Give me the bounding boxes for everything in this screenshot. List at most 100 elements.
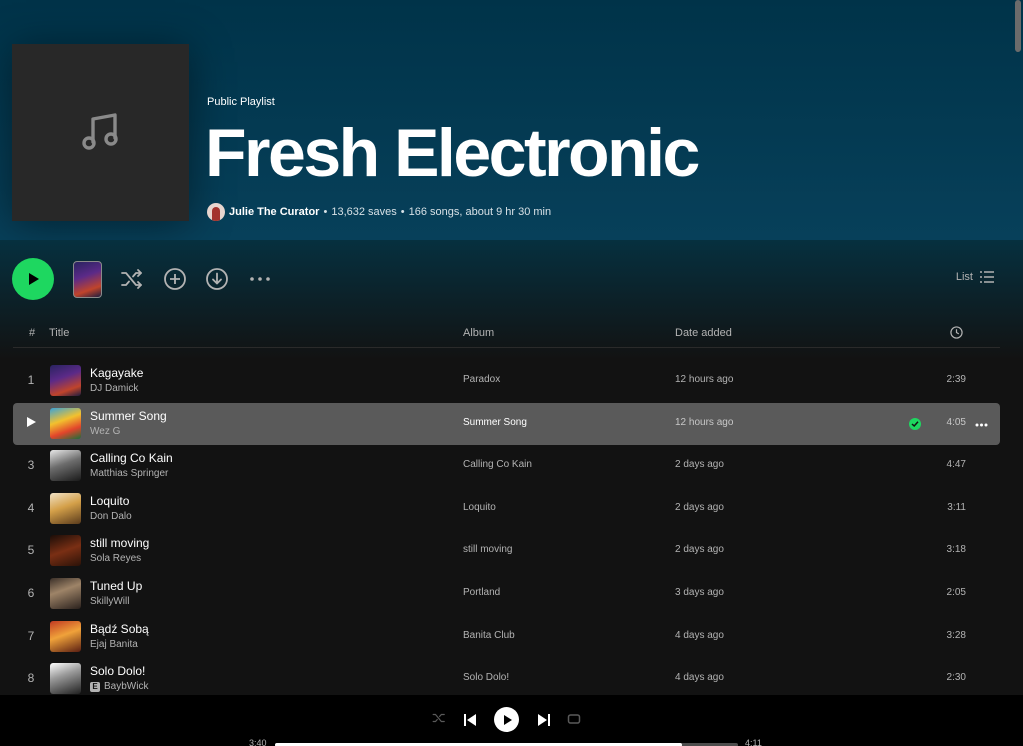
list-icon <box>980 271 994 283</box>
track-row[interactable]: 1 Kagayake DJ Damick Paradox 12 hours ag… <box>13 360 1000 402</box>
add-icon <box>164 268 186 290</box>
meta-separator: • <box>323 206 328 218</box>
header-title[interactable]: Title <box>49 327 69 339</box>
play-icon <box>503 714 512 725</box>
playlist-cover[interactable] <box>12 44 189 221</box>
play-icon <box>26 416 36 427</box>
elapsed-time: 3:40 <box>249 738 267 746</box>
track-artist[interactable]: Ejaj Banita <box>90 639 138 650</box>
track-artist-wrap: E BaybWick <box>90 681 148 692</box>
track-row[interactable]: 7 Bądź Sobą Ejaj Banita Banita Club 4 da… <box>13 616 1000 658</box>
meta-separator: • <box>400 206 405 218</box>
track-album[interactable]: still moving <box>463 544 512 555</box>
track-date-added: 12 hours ago <box>675 416 734 428</box>
track-row[interactable]: 8 Solo Dolo! E BaybWick Solo Dolo! 4 days… <box>13 658 1000 700</box>
preview-thumbnail[interactable] <box>73 261 102 298</box>
track-artwork <box>50 578 81 609</box>
header-album[interactable]: Album <box>463 327 494 339</box>
previous-button[interactable] <box>463 713 476 726</box>
track-album[interactable]: Solo Dolo! <box>463 672 509 683</box>
track-album[interactable]: Banita Club <box>463 630 515 641</box>
track-album[interactable]: Summer Song <box>463 417 527 428</box>
track-duration: 4:05 <box>946 416 966 428</box>
track-artist-wrap: Matthias Springer <box>90 468 168 479</box>
track-title[interactable]: Tuned Up <box>90 579 142 593</box>
more-icon <box>250 277 270 281</box>
skip-forward-icon <box>537 713 550 726</box>
play-pause-button[interactable] <box>494 707 519 732</box>
playlist-header: Public Playlist Fresh Electronic Julie T… <box>0 0 1023 240</box>
repeat-icon <box>567 714 581 724</box>
track-artist[interactable]: Matthias Springer <box>90 468 168 479</box>
track-artist[interactable]: BaybWick <box>104 681 148 692</box>
track-number: 5 <box>27 543 35 558</box>
total-time: 4:11 <box>745 738 762 746</box>
track-row[interactable]: 5 still moving Sola Reyes still moving 2… <box>13 530 1000 572</box>
track-number: 3 <box>27 458 35 473</box>
header-number: # <box>29 327 36 339</box>
track-more-button[interactable] <box>975 416 988 430</box>
shuffle-icon <box>121 269 142 289</box>
saved-check-icon[interactable] <box>909 417 921 430</box>
playlist-kind: Public Playlist <box>207 96 275 108</box>
scrollbar[interactable] <box>1015 0 1021 52</box>
track-duration: 3:28 <box>946 629 966 641</box>
track-date-added: 4 days ago <box>675 629 724 641</box>
track-album[interactable]: Calling Co Kain <box>463 459 532 470</box>
action-bar: List <box>12 258 1002 300</box>
clock-icon <box>950 326 963 342</box>
playback-bar: 3:40 4:11 <box>0 695 1023 746</box>
play-button[interactable] <box>12 258 54 300</box>
header-date-added[interactable]: Date added <box>675 327 732 339</box>
playlist-meta: Julie The Curator • 13,632 saves • 166 s… <box>207 203 551 221</box>
more-icon <box>975 423 988 427</box>
track-title[interactable]: Loquito <box>90 494 129 508</box>
track-number: 7 <box>27 628 35 643</box>
track-title[interactable]: Bądź Sobą <box>90 622 149 636</box>
shuffle-icon <box>432 713 445 723</box>
track-artist-wrap: SkillyWill <box>90 596 129 607</box>
track-number: 1 <box>27 373 35 387</box>
track-row[interactable]: 3 Calling Co Kain Matthias Springer Call… <box>13 445 1000 487</box>
track-title[interactable]: Summer Song <box>90 409 167 423</box>
track-table-header: # Title Album Date added <box>13 323 1000 348</box>
track-number: 8 <box>27 671 35 686</box>
track-duration: 2:39 <box>946 374 966 385</box>
track-artist[interactable]: Sola Reyes <box>90 553 141 564</box>
add-to-library-button[interactable] <box>163 267 187 291</box>
track-title[interactable]: Calling Co Kain <box>90 451 173 465</box>
download-button[interactable] <box>205 267 229 291</box>
track-album[interactable]: Loquito <box>463 502 496 513</box>
owner-link[interactable]: Julie The Curator <box>229 206 319 218</box>
saves-count: 13,632 saves <box>331 206 397 218</box>
track-row[interactable]: Summer Song Wez G Summer Song 12 hours a… <box>13 402 1000 445</box>
skip-back-icon <box>463 713 476 726</box>
next-button[interactable] <box>537 713 550 726</box>
track-album[interactable]: Portland <box>463 587 500 598</box>
owner-avatar[interactable] <box>207 203 225 221</box>
track-title[interactable]: Kagayake <box>90 366 143 380</box>
playlist-title: Fresh Electronic <box>205 115 700 191</box>
track-artwork <box>50 663 81 695</box>
track-row[interactable]: 6 Tuned Up SkillyWill Portland 3 days ag… <box>13 573 1000 615</box>
track-artist[interactable]: Don Dalo <box>90 511 132 522</box>
track-title[interactable]: still moving <box>90 536 149 550</box>
track-row[interactable]: 4 Loquito Don Dalo Loquito 2 days ago 3:… <box>13 488 1000 530</box>
track-number: 4 <box>27 500 35 515</box>
track-artist-wrap: Don Dalo <box>90 511 132 522</box>
track-duration: 2:05 <box>946 587 966 598</box>
track-artwork <box>50 620 81 652</box>
repeat-control[interactable] <box>567 712 581 726</box>
view-toggle[interactable]: List <box>956 271 994 283</box>
track-title[interactable]: Solo Dolo! <box>90 664 145 678</box>
shuffle-button[interactable] <box>120 267 144 291</box>
play-track-button[interactable] <box>13 416 49 430</box>
track-artist[interactable]: Wez G <box>90 426 120 437</box>
track-album[interactable]: Paradox <box>463 374 500 385</box>
track-artist[interactable]: DJ Damick <box>90 383 138 394</box>
track-artist[interactable]: SkillyWill <box>90 596 129 607</box>
shuffle-control[interactable] <box>432 711 446 725</box>
track-artwork <box>50 365 81 396</box>
view-label: List <box>955 271 973 283</box>
more-options-button[interactable] <box>248 267 272 291</box>
